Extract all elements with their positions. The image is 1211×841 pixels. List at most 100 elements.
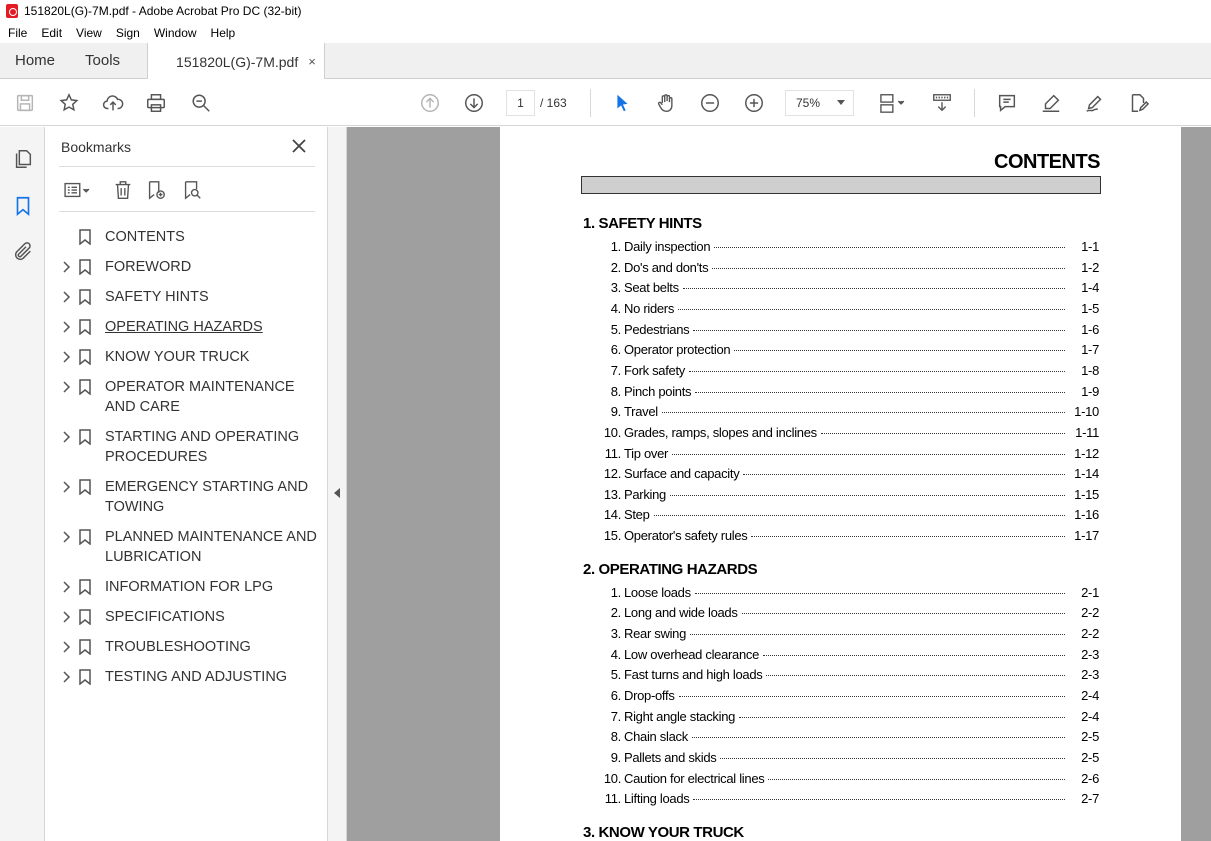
menu-sign[interactable]: Sign bbox=[116, 26, 140, 40]
chevron-right-icon[interactable] bbox=[57, 577, 75, 597]
chevron-right-icon[interactable] bbox=[57, 477, 75, 497]
toc-leader-dots bbox=[695, 391, 1065, 393]
menu-edit[interactable]: Edit bbox=[41, 26, 62, 40]
toc-entry: 8. Pinch points 1-9 bbox=[595, 383, 1100, 404]
page-thumbnails-icon[interactable] bbox=[11, 147, 35, 171]
toolbar-separator bbox=[590, 89, 591, 117]
bookmark-item-troubleshooting[interactable]: TROUBLESHOOTING bbox=[45, 632, 328, 662]
highlight-pen-icon[interactable] bbox=[1038, 90, 1064, 116]
bookmark-options-icon[interactable] bbox=[61, 177, 93, 203]
panel-divider bbox=[59, 166, 315, 167]
zoom-in-icon[interactable] bbox=[741, 90, 767, 116]
tab-document[interactable]: 151820L(G)-7M.pdf × bbox=[147, 43, 325, 80]
upload-cloud-icon[interactable] bbox=[100, 90, 126, 116]
menu-help[interactable]: Help bbox=[211, 26, 236, 40]
tab-home[interactable]: Home bbox=[0, 43, 70, 78]
bookmark-item-starting-operating[interactable]: STARTING AND OPERATING PROCEDURES bbox=[45, 422, 328, 472]
toc-entry-page: 2-4 bbox=[1081, 708, 1099, 724]
toc-leader-dots bbox=[682, 288, 1065, 290]
toc-entry-text: Pinch points bbox=[624, 383, 692, 399]
attachment-icon[interactable] bbox=[11, 240, 35, 264]
toc-entry-text: Caution for electrical lines bbox=[624, 770, 765, 786]
bookmark-panel-icon[interactable] bbox=[11, 194, 35, 218]
toc-entry-number: 8. bbox=[610, 383, 622, 399]
new-bookmark-icon[interactable] bbox=[145, 177, 167, 203]
toc-entry-page: 1-8 bbox=[1081, 362, 1099, 378]
bookmark-item-planned-maintenance[interactable]: PLANNED MAINTENANCE AND LUBRICATION bbox=[45, 522, 328, 572]
pdf-page: CONTENTS 1. SAFETY HINTS 1. Daily inspecti… bbox=[500, 127, 1181, 841]
toc-entry-number: 10. bbox=[603, 424, 621, 440]
bookmark-item-testing-adjusting[interactable]: TESTING AND ADJUSTING bbox=[45, 662, 328, 692]
zoom-out-icon[interactable] bbox=[697, 90, 723, 116]
previous-page-icon[interactable] bbox=[417, 90, 443, 116]
comment-icon[interactable] bbox=[994, 90, 1020, 116]
bookmark-label: INFORMATION FOR LPG bbox=[105, 579, 274, 595]
scroll-mode-icon[interactable] bbox=[929, 90, 955, 116]
bookmark-search-icon[interactable] bbox=[181, 177, 203, 203]
close-tab-icon[interactable]: × bbox=[308, 54, 316, 69]
chevron-right-icon[interactable] bbox=[57, 637, 75, 657]
bookmark-item-operating-hazards[interactable]: OPERATING HAZARDS bbox=[45, 312, 328, 342]
close-icon[interactable] bbox=[290, 137, 308, 155]
chevron-right-icon[interactable] bbox=[57, 607, 75, 627]
panel-divider bbox=[59, 211, 315, 212]
bookmark-item-foreword[interactable]: FOREWORD bbox=[45, 252, 328, 282]
document-viewport[interactable]: CONTENTS 1. SAFETY HINTS 1. Daily inspecti… bbox=[347, 127, 1211, 841]
chevron-right-icon[interactable] bbox=[57, 527, 75, 547]
toc-entry-page: 2-5 bbox=[1081, 729, 1099, 745]
chevron-right-icon[interactable] bbox=[57, 427, 75, 447]
tab-tools[interactable]: Tools bbox=[70, 43, 135, 78]
toc-entry: 2. Do's and don'ts 1-2 bbox=[595, 260, 1100, 280]
delete-bookmark-icon[interactable] bbox=[112, 177, 134, 203]
hand-tool-icon[interactable] bbox=[653, 90, 679, 116]
toc-entry-page: 1-10 bbox=[1074, 404, 1099, 420]
chevron-right-icon[interactable] bbox=[57, 317, 75, 337]
chevron-right-icon[interactable] bbox=[57, 377, 75, 397]
toc-leader-dots bbox=[694, 592, 1065, 594]
bookmark-item-information-lpg[interactable]: INFORMATION FOR LPG bbox=[45, 572, 328, 602]
zoom-select[interactable]: 75% bbox=[785, 90, 854, 116]
bookmark-item-contents[interactable]: CONTENTS bbox=[45, 222, 328, 252]
toc-leader-dots bbox=[751, 536, 1065, 538]
page-number-input[interactable]: 1 bbox=[506, 90, 535, 116]
toc-leader-dots bbox=[766, 675, 1065, 677]
bookmark-item-safety-hints[interactable]: SAFETY HINTS bbox=[45, 282, 328, 312]
select-cursor-icon[interactable] bbox=[609, 90, 635, 116]
toc-entry-text: Rear swing bbox=[624, 626, 687, 642]
toc-entry-page: 1-17 bbox=[1074, 528, 1099, 544]
chevron-right-icon[interactable] bbox=[57, 287, 75, 307]
menu-view[interactable]: View bbox=[76, 26, 102, 40]
toc-entry: 14. Step 1-16 bbox=[595, 507, 1099, 527]
bookmark-label: SAFETY HINTS bbox=[105, 289, 209, 305]
bookmark-label: CONTENTS bbox=[105, 229, 185, 245]
panel-splitter[interactable] bbox=[328, 127, 347, 841]
bookmark-label: EMERGENCY STARTING AND TOWING bbox=[105, 479, 309, 515]
print-icon[interactable] bbox=[143, 90, 169, 116]
chevron-right-icon[interactable] bbox=[57, 257, 75, 277]
sign-icon[interactable] bbox=[1082, 90, 1108, 116]
bookmark-item-know-your-truck[interactable]: KNOW YOUR TRUCK bbox=[45, 342, 328, 372]
bookmark-item-emergency-starting[interactable]: EMERGENCY STARTING AND TOWING bbox=[45, 472, 328, 522]
toc-entry-number: 7. bbox=[610, 362, 622, 378]
toc-entry-number: 8. bbox=[610, 729, 622, 745]
toc-entry-number: 4. bbox=[610, 300, 622, 316]
navigation-rail bbox=[0, 127, 45, 841]
menu-file[interactable]: File bbox=[8, 26, 27, 40]
toc-leader-dots bbox=[669, 494, 1065, 496]
redact-edit-icon[interactable] bbox=[1125, 90, 1151, 116]
toc-entry-page: 1-7 bbox=[1081, 342, 1099, 358]
next-page-icon[interactable] bbox=[461, 90, 487, 116]
bookmark-item-specifications[interactable]: SPECIFICATIONS bbox=[45, 602, 328, 632]
page-layout-icon[interactable] bbox=[872, 90, 910, 116]
zoom-value: 75% bbox=[796, 96, 821, 110]
save-icon[interactable] bbox=[12, 90, 38, 116]
chevron-right-icon[interactable] bbox=[57, 667, 75, 687]
star-icon[interactable] bbox=[56, 90, 82, 116]
bookmark-item-operator-maintenance[interactable]: OPERATOR MAINTENANCE AND CARE bbox=[45, 372, 328, 422]
collapse-panel-icon[interactable] bbox=[334, 488, 340, 498]
menu-window[interactable]: Window bbox=[154, 26, 197, 40]
chevron-down-icon bbox=[837, 100, 845, 105]
search-zoom-icon[interactable] bbox=[188, 90, 214, 116]
chevron-right-icon[interactable] bbox=[57, 347, 75, 367]
bookmark-icon bbox=[79, 637, 93, 657]
